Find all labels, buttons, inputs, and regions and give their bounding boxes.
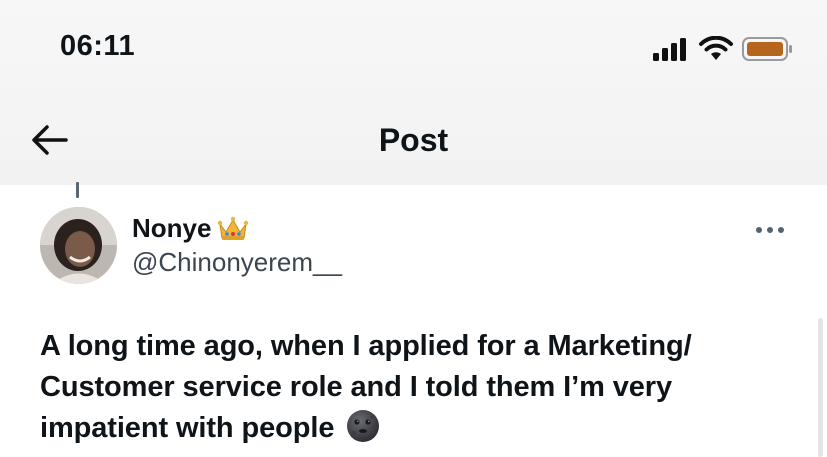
post-body: A long time ago, when I applied for a Ma… — [40, 326, 800, 449]
avatar-photo — [40, 207, 117, 284]
signal-bars-icon — [653, 38, 686, 61]
crown-emoji — [218, 216, 249, 240]
page-title: Post — [378, 122, 449, 158]
post-text-line: A long time ago, when I applied for a Ma… — [40, 330, 692, 362]
thread-connector-line — [76, 182, 79, 198]
avatar[interactable] — [40, 207, 117, 284]
author-name[interactable]: Nonye — [132, 213, 211, 244]
status-time: 06:11 — [60, 30, 136, 62]
wifi-icon — [699, 36, 733, 60]
new-moon-face-emoji — [347, 410, 380, 443]
top-bar: 06:11 Post — [0, 0, 827, 185]
author-handle[interactable]: @Chinonyerem__ — [132, 247, 342, 278]
author-display-name[interactable]: Nonye — [132, 213, 249, 244]
post-text-line: Customer service role and I told them I’… — [40, 371, 672, 403]
more-horizontal-icon[interactable] — [752, 220, 788, 240]
post-text-line: impatient with people — [40, 412, 335, 444]
post-text-line-with-emoji: impatient with people — [40, 408, 800, 449]
scrollbar[interactable] — [818, 318, 823, 457]
battery-icon — [742, 37, 792, 61]
